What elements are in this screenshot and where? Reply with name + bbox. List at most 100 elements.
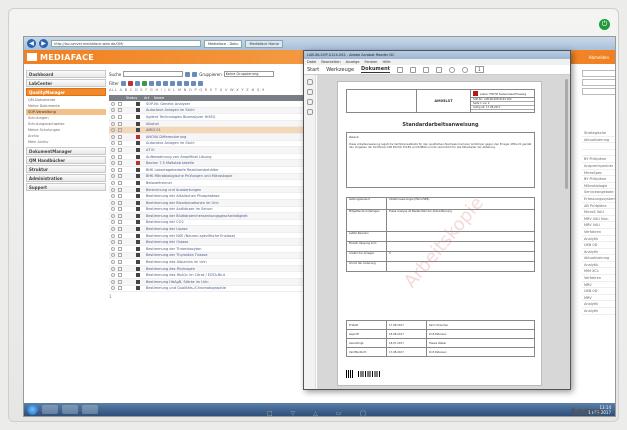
- table-row[interactable]: Bestimmung des Fibrinogen: [109, 265, 309, 273]
- sidebar-item-after-0[interactable]: DokumentManager: [26, 147, 106, 155]
- document-name[interactable]: Autoclave Anlagen im Stuhl: [146, 108, 286, 112]
- document-name[interactable]: Bestimmung der Blutkörperchensenkungsges…: [146, 214, 286, 218]
- table-row[interactable]: Bestimmung der Thyroidea Tiraase: [109, 252, 309, 260]
- start-button[interactable]: [27, 404, 38, 415]
- row-marker-icon[interactable]: [111, 101, 115, 106]
- pagination[interactable]: 1: [109, 294, 309, 299]
- row-checkbox[interactable]: [118, 187, 122, 192]
- row-marker-icon[interactable]: [111, 128, 115, 133]
- document-name[interactable]: Bestimmung der Thrombozyten: [146, 247, 286, 251]
- document-name[interactable]: Bestimmung des HbA1c im Citrat / EDTA-Bl…: [146, 273, 286, 277]
- table-row[interactable]: Bestimmung der Bicarbonationen im Urin: [109, 199, 309, 207]
- table-row[interactable]: BHK Labortagebedarfe Reaktionsbehälter: [109, 167, 309, 174]
- sidebar-item-after-3[interactable]: Administration: [26, 174, 106, 182]
- row-marker-icon[interactable]: [111, 240, 115, 245]
- document-name[interactable]: BHK Labortagebedarfe Reaktionsbehälter: [146, 168, 286, 172]
- browser-tab-2[interactable]: Mediaface Home: [245, 39, 283, 48]
- row-marker-icon[interactable]: [111, 187, 115, 192]
- attachment-icon[interactable]: [306, 109, 313, 115]
- tab-document[interactable]: Dokument: [361, 66, 391, 73]
- row-checkbox[interactable]: [118, 273, 122, 278]
- document-name[interactable]: Bestimmung der Antikörper im Serum: [146, 207, 286, 211]
- tab-tools[interactable]: Werkzeuge: [326, 67, 354, 73]
- document-name[interactable]: Bestimmung der Lipase: [146, 227, 286, 231]
- group-select[interactable]: Keine Gruppierung: [223, 71, 274, 77]
- row-marker-icon[interactable]: [111, 260, 115, 265]
- monitor-button-1[interactable]: □: [267, 410, 273, 417]
- document-name[interactable]: Bestimmung der NSE (Neuron-spezifische E…: [146, 234, 286, 238]
- table-row[interactable]: SOP-Nr. Genetic Analyzer: [109, 101, 309, 108]
- row-marker-icon[interactable]: [111, 213, 115, 218]
- row-marker-icon[interactable]: [111, 286, 115, 291]
- row-checkbox[interactable]: [118, 253, 122, 258]
- header-col-1[interactable]: [109, 95, 117, 101]
- page-down-icon[interactable]: [462, 66, 469, 73]
- header-status[interactable]: Status: [124, 95, 142, 101]
- row-checkbox[interactable]: [118, 174, 122, 179]
- row-checkbox[interactable]: [118, 233, 122, 238]
- document-name[interactable]: Aufbewahrung von Amplifikat Lösung: [146, 155, 286, 159]
- row-checkbox[interactable]: [118, 286, 122, 291]
- address-bar[interactable]: http://iso-server.mediaface-web.de/QM/: [51, 40, 201, 47]
- row-checkbox[interactable]: [118, 266, 122, 271]
- right-select-3[interactable]: [582, 88, 615, 95]
- row-marker-icon[interactable]: [111, 253, 115, 258]
- sidebar-item-2[interactable]: QualityManager: [26, 88, 106, 96]
- row-marker-icon[interactable]: [111, 200, 115, 205]
- document-name[interactable]: Agilent Technologies Bioanalyzer HiSEQ: [146, 115, 286, 119]
- document-name[interactable]: Bacton 7.5 Maßstab tabelle: [146, 161, 286, 165]
- table-row[interactable]: Alkohol: [109, 120, 309, 128]
- table-row[interactable]: AMIG 01: [109, 127, 309, 134]
- row-marker-icon[interactable]: [111, 266, 115, 271]
- page-up-icon[interactable]: [449, 66, 456, 73]
- clear-search-icon[interactable]: [192, 71, 198, 77]
- row-marker-icon[interactable]: [111, 273, 115, 278]
- row-marker-icon[interactable]: [111, 141, 115, 146]
- monitor-button-3[interactable]: △: [313, 410, 318, 417]
- row-checkbox[interactable]: [118, 101, 122, 106]
- header-type[interactable]: Art: [142, 95, 152, 101]
- table-row[interactable]: Aufbewahrung von Amplifikat Lösung: [109, 154, 309, 161]
- pdf-canvas[interactable]: AM05LST Labor FRITZ Kaiserswerthsweg SOP…: [317, 75, 570, 389]
- document-name[interactable]: Bestimmung der Ostase: [146, 240, 286, 244]
- row-checkbox[interactable]: [118, 141, 122, 146]
- row-checkbox[interactable]: [118, 227, 122, 232]
- row-checkbox[interactable]: [118, 260, 122, 265]
- document-name[interactable]: Autoclave Anlagen im Stuhl: [146, 141, 286, 145]
- table-row[interactable]: AT III: [109, 147, 309, 154]
- table-row[interactable]: Betaxeltrenner: [109, 180, 309, 187]
- row-marker-icon[interactable]: [111, 154, 115, 159]
- row-marker-icon[interactable]: [111, 174, 115, 179]
- row-checkbox[interactable]: [118, 279, 122, 284]
- row-marker-icon[interactable]: [111, 121, 115, 126]
- table-row[interactable]: Autoclave Anlagen im Stuhl: [109, 141, 309, 148]
- row-checkbox[interactable]: [118, 147, 122, 152]
- document-name[interactable]: Bestimmung HbAgB, Stärke im Urin: [146, 280, 286, 284]
- document-name[interactable]: Bestimmung der Bicarbonationen im Urin: [146, 201, 286, 205]
- search-icon[interactable]: [436, 66, 443, 73]
- row-marker-icon[interactable]: [111, 114, 115, 119]
- save-icon[interactable]: [397, 66, 404, 73]
- table-row[interactable]: Autoclave Anlagen im Stuhl: [109, 107, 309, 115]
- row-checkbox[interactable]: [118, 128, 122, 133]
- table-row[interactable]: Bestimmung des HbA1c im Citrat / EDTA-Bl…: [109, 272, 309, 280]
- alphabet-filter[interactable]: ALL A B C D E F G H I J K L M N O P Q R …: [109, 88, 309, 94]
- filter-icon-10[interactable]: [183, 80, 189, 86]
- document-name[interactable]: Bestimmung der Alkalischen Phosphatase: [146, 194, 286, 198]
- right-select-1[interactable]: [582, 70, 615, 77]
- taskbar-app-acrobat[interactable]: [82, 405, 98, 414]
- row-marker-icon[interactable]: [111, 246, 115, 251]
- row-marker-icon[interactable]: [111, 194, 115, 199]
- filter-icon-4[interactable]: [141, 80, 147, 86]
- document-name[interactable]: Berechnung und Auswertungen: [146, 188, 286, 192]
- row-checkbox[interactable]: [118, 167, 122, 172]
- document-name[interactable]: Bestimmung des Fibrinogen: [146, 267, 286, 271]
- monitor-button-5[interactable]: ◯: [360, 410, 367, 417]
- row-checkbox[interactable]: [118, 220, 122, 225]
- taskbar-app-browser[interactable]: [42, 405, 58, 414]
- forward-button[interactable]: ▶: [39, 39, 48, 48]
- row-marker-icon[interactable]: [111, 227, 115, 232]
- row-marker-icon[interactable]: [111, 161, 115, 166]
- row-checkbox[interactable]: [118, 114, 122, 119]
- monitor-button-4[interactable]: ▭: [336, 410, 342, 417]
